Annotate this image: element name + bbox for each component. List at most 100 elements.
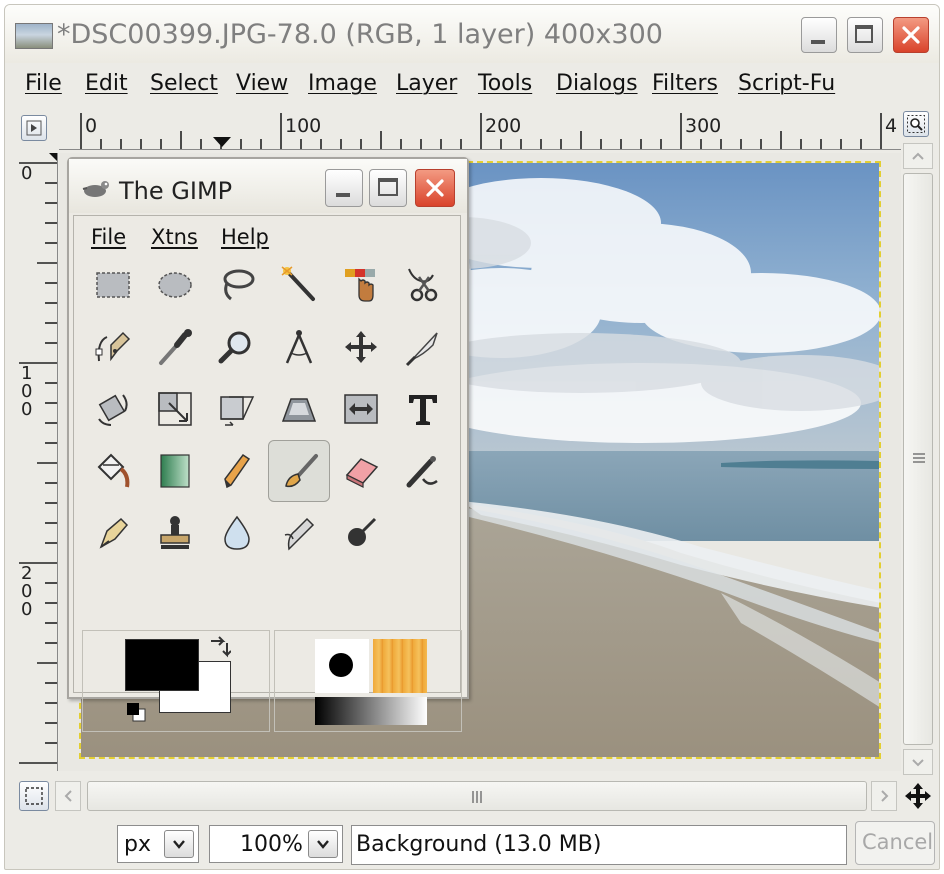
scroll-down-button[interactable]	[903, 749, 933, 775]
menu-arrow-icon	[26, 120, 42, 136]
toolbox-panel	[73, 215, 462, 732]
tool-perspective[interactable]	[268, 378, 330, 440]
tool-pencil[interactable]	[206, 440, 268, 502]
scroll-right-button[interactable]	[871, 781, 897, 811]
gradient-preview[interactable]	[315, 697, 427, 725]
magnify-icon	[907, 115, 925, 133]
chevron-down-icon	[912, 759, 924, 767]
cancel-label: Cancel	[862, 830, 934, 854]
menu-select[interactable]: Select	[150, 71, 218, 96]
grip-icon	[472, 791, 482, 803]
tool-smudge[interactable]	[268, 502, 330, 564]
tool-airbrush[interactable]	[392, 440, 454, 502]
ruler-label-400: 4	[885, 115, 898, 137]
tool-bucket-fill[interactable]	[82, 440, 144, 502]
chevron-down-icon	[317, 840, 329, 849]
tool-rect-select[interactable]	[82, 254, 144, 316]
tool-select-by-color[interactable]	[330, 254, 392, 316]
vertical-scrollbar[interactable]	[903, 143, 933, 777]
text-icon	[409, 395, 437, 425]
tool-fuzzy-select[interactable]	[268, 254, 330, 316]
ink-icon	[99, 517, 129, 549]
horizontal-scroll-thumb[interactable]	[87, 781, 867, 811]
crop-icon	[405, 332, 438, 367]
measure-icon	[285, 330, 313, 364]
tool-paintbrush[interactable]	[268, 440, 330, 502]
zoom-selector[interactable]: 100%	[209, 825, 343, 863]
menu-filters[interactable]: Filters	[652, 71, 718, 96]
tool-paths[interactable]	[82, 316, 144, 378]
tool-shear[interactable]	[206, 378, 268, 440]
toolbox-minimize-button[interactable]	[325, 169, 363, 207]
menu-layer[interactable]: Layer	[396, 71, 457, 96]
blend-icon	[160, 454, 190, 488]
vertical-ruler[interactable]: 0 1 0 0 2 0 0	[15, 153, 58, 771]
maximize-button[interactable]	[847, 17, 883, 53]
tool-ellipse-select[interactable]	[144, 254, 206, 316]
tool-blend[interactable]	[144, 440, 206, 502]
tool-flip[interactable]	[330, 378, 392, 440]
image-menu-button[interactable]	[21, 115, 47, 141]
pencil-icon	[224, 453, 251, 489]
wilber-icon	[82, 181, 109, 197]
magnify-icon	[218, 331, 251, 364]
tool-eraser[interactable]	[330, 440, 392, 502]
clone-icon	[160, 516, 190, 549]
default-colors-icon[interactable]	[125, 701, 147, 723]
zoom-value: 100%	[240, 832, 303, 857]
chevron-up-icon	[912, 152, 924, 160]
color-area	[82, 630, 270, 732]
menu-dialogs[interactable]: Dialogs	[556, 71, 638, 96]
vertical-scroll-thumb[interactable]	[903, 173, 933, 745]
quick-mask-icon	[25, 787, 43, 805]
window-title: *DSC00399.JPG-78.0 (RGB, 1 layer) 400x30…	[57, 19, 663, 50]
cancel-button[interactable]: Cancel	[855, 821, 935, 865]
minimize-button[interactable]	[801, 17, 837, 53]
tool-measure[interactable]	[268, 316, 330, 378]
toolbox-maximize-button[interactable]	[369, 169, 407, 207]
tool-rotate[interactable]	[82, 378, 144, 440]
zoom-to-fit-button[interactable]	[903, 111, 929, 137]
foreground-color-swatch[interactable]	[125, 639, 199, 691]
scroll-left-button[interactable]	[55, 781, 81, 811]
menu-script-fu[interactable]: Script-Fu	[738, 71, 835, 96]
fuzzy-select-icon	[281, 266, 315, 301]
navigate-icon[interactable]	[903, 781, 933, 811]
tool-dodge-burn[interactable]	[330, 502, 392, 564]
brush-preview[interactable]	[315, 639, 369, 693]
tool-scissors[interactable]	[392, 254, 454, 316]
tool-crop[interactable]	[392, 316, 454, 378]
zoom-dropdown-button[interactable]	[308, 830, 338, 858]
unit-dropdown-button[interactable]	[164, 830, 194, 858]
quick-mask-button[interactable]	[19, 781, 49, 811]
unit-selector[interactable]: px	[117, 825, 199, 863]
ruler-label-0: 0	[85, 115, 98, 137]
scroll-up-button[interactable]	[903, 143, 933, 169]
menu-edit[interactable]: Edit	[85, 71, 128, 96]
tool-blur[interactable]	[206, 502, 268, 564]
maximize-icon	[378, 178, 398, 196]
tool-clone[interactable]	[144, 502, 206, 564]
menu-view[interactable]: View	[236, 71, 288, 96]
tool-text[interactable]	[392, 378, 454, 440]
tool-color-picker[interactable]	[144, 316, 206, 378]
tool-move[interactable]	[330, 316, 392, 378]
menu-image[interactable]: Image	[308, 71, 377, 96]
brush-dot	[329, 653, 353, 677]
scale-icon	[158, 392, 192, 426]
tool-scale[interactable]	[144, 378, 206, 440]
tool-ink[interactable]	[82, 502, 144, 564]
menu-tools[interactable]: Tools	[478, 71, 532, 96]
horizontal-ruler[interactable]: 0 100 200 300 4	[59, 109, 901, 150]
tool-magnify[interactable]	[206, 316, 268, 378]
ruler-label-v200: 2 0 0	[21, 563, 33, 620]
tool-lasso[interactable]	[206, 254, 268, 316]
menu-file[interactable]: File	[25, 71, 62, 96]
ruler-label-200: 200	[485, 115, 522, 137]
toolbox-window[interactable]: The GIMP File Xtns Help	[67, 157, 469, 732]
toolbox-close-button[interactable]	[415, 169, 455, 207]
pattern-preview[interactable]	[373, 639, 427, 693]
pointer-marker	[213, 137, 231, 147]
swap-colors-icon[interactable]	[207, 635, 231, 659]
close-button[interactable]	[893, 17, 929, 53]
